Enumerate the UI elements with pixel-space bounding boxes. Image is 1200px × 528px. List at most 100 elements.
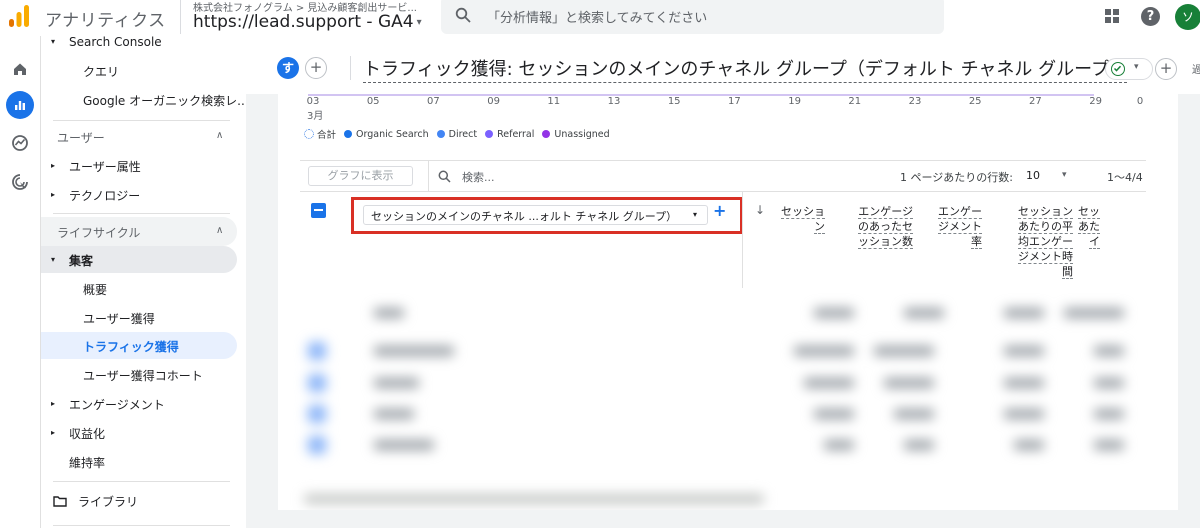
column-header-line: エンゲー (938, 205, 982, 219)
page-title: トラフィック獲得: セッションのメインのチャネル グループ（デフォルト チャネル… (363, 55, 1128, 83)
search-icon (455, 7, 471, 23)
column-header[interactable]: セッション あたりの平 均エンゲー ジメント時間 (1018, 204, 1073, 279)
sidebar-section-lifecycle[interactable]: ライフサイクル (57, 224, 140, 241)
table-row (304, 340, 1144, 362)
column-header-line: ン (814, 220, 825, 234)
legend-item[interactable]: Organic Search (344, 129, 429, 140)
column-header-line: セッション (1018, 205, 1073, 219)
rows-per-page-label: 1 ページあたりの行数: (900, 171, 1013, 184)
help-icon[interactable]: ? (1141, 7, 1160, 26)
sidebar-item-monetization[interactable]: 収益化 (69, 425, 105, 442)
column-header-line: 均エンゲー (1018, 235, 1073, 249)
sidebar-item-user-attributes[interactable]: ユーザー属性 (69, 158, 141, 175)
column-header-line: ッション数 (858, 235, 913, 249)
chart-x-tick: 13 (607, 96, 621, 107)
report-card: 03 05 07 09 11 13 15 17 19 21 23 25 27 29 3月 0 合計 Orga… (278, 94, 1178, 510)
chart-x-tick: 07 (427, 96, 440, 107)
avatar[interactable]: ソ (1175, 4, 1200, 30)
column-header-line: イ (1089, 235, 1100, 249)
column-header-line: セッ (1078, 205, 1100, 219)
apps-grid-icon[interactable] (1104, 8, 1120, 24)
table-row (304, 372, 1144, 394)
search-placeholder: 「分析情報」と検索してみてください (487, 11, 708, 26)
plot-rows-button[interactable]: グラフに表示 (308, 166, 413, 186)
column-header[interactable]: エンゲージ のあったセ ッション数 (858, 204, 913, 249)
sidebar-item-queries[interactable]: クエリ (83, 63, 119, 80)
customize-add-button[interactable]: + (1155, 58, 1177, 80)
collapse-chevron-icon[interactable]: ∧ (216, 130, 223, 141)
analytics-logo-icon[interactable] (8, 4, 30, 28)
rows-per-page-select[interactable]: 10 (1026, 169, 1040, 182)
sidebar-item-overview[interactable]: 概要 (83, 281, 107, 298)
table-row (304, 302, 1144, 324)
expand-down-icon: ▾ (51, 37, 56, 46)
chart-x-tick: 11 (547, 96, 561, 107)
chart-x-tick: 05 (366, 96, 380, 107)
sidebar-item-retention[interactable]: 維持率 (69, 454, 105, 471)
sidebar-item-search-console[interactable]: Search Console (69, 36, 162, 49)
search-bar[interactable]: 「分析情報」と検索してみてください (441, 0, 944, 34)
legend-item[interactable]: 合計 (304, 127, 336, 141)
chart-x-tick: 09 (487, 96, 500, 107)
legend-item[interactable]: Direct (436, 128, 478, 140)
chart-y-tick-right: 0 (1136, 96, 1144, 107)
sidebar-divider (53, 120, 230, 121)
pagination-range: 1〜4/4 (1107, 171, 1143, 184)
rail-advertising[interactable] (6, 168, 34, 196)
column-header-line: ジメント時 (1018, 250, 1073, 264)
header-divider (350, 56, 351, 80)
app-title: アナリティクス (45, 11, 166, 31)
toolbar-divider (428, 161, 429, 191)
bar-chart-icon (15, 101, 25, 110)
rail-explore[interactable] (6, 129, 34, 157)
column-header[interactable]: セッ あたイ (1078, 204, 1100, 249)
sidebar-item-technology[interactable]: テクノロジー (69, 187, 140, 204)
legend-label: Direct (448, 128, 478, 140)
data-quality-status[interactable]: ▾ (1105, 58, 1153, 80)
expand-right-icon: ▸ (51, 428, 56, 437)
collapse-chevron-icon[interactable]: ∧ (216, 225, 223, 236)
sidebar-item-engagement[interactable]: エンゲージメント (69, 396, 165, 413)
chart-x-tick: 19 (788, 96, 801, 107)
column-header-line: エンゲージ (858, 205, 913, 219)
chart-x-tick: 23 (908, 96, 922, 107)
sidebar-item-traffic-acquisition[interactable]: トラフィック獲得 (83, 338, 179, 355)
select-all-checkbox[interactable] (311, 203, 326, 218)
rail-home[interactable] (6, 55, 34, 83)
legend-item[interactable]: Unassigned (542, 129, 610, 140)
top-bar: アナリティクス 株式会社フォノグラム > 見込み顧客創出サービ... https… (0, 0, 1200, 36)
sidebar-divider (53, 213, 230, 214)
sidebar-item-organic-google[interactable]: Google オーガニック検索レ... (83, 92, 246, 109)
header-truncated-text: 過 (1192, 65, 1200, 76)
column-header-line: あたりの平 (1018, 220, 1073, 234)
legend-label: 合計 (317, 130, 337, 141)
sidebar-divider (53, 481, 230, 482)
toolbar-top-border (300, 160, 1146, 161)
sidebar-item-user-acq-cohort[interactable]: ユーザー獲得コホート (83, 367, 203, 384)
main-content: す + トラフィック獲得: セッションのメインのチャネル グループ（デフォルト … (246, 36, 1200, 528)
report-header: す + トラフィック獲得: セッションのメインのチャネル グループ（デフォルト … (246, 36, 1200, 94)
sort-desc-icon[interactable]: ↓ (755, 203, 765, 217)
sidebar-divider (53, 525, 230, 526)
legend-marker (344, 130, 353, 138)
add-comparison-button[interactable]: + (305, 57, 327, 79)
blurred-table-body (278, 290, 1178, 510)
sidebar-item-library[interactable]: ライブラリ (78, 493, 138, 510)
chart-x-tick: 21 (848, 96, 862, 107)
column-header-line: ジメント (938, 220, 982, 234)
sidebar-item-user-acquisition[interactable]: ユーザー獲得 (83, 310, 155, 327)
table-search-input[interactable]: 検索... (462, 169, 495, 185)
rows-caret-icon[interactable]: ▾ (1062, 170, 1067, 180)
legend-item[interactable]: Referral (485, 129, 534, 140)
column-header[interactable]: セッション (781, 204, 825, 234)
sidebar-item-acquisition[interactable]: 集客 (69, 252, 93, 269)
column-header[interactable]: エンゲー ジメント率 (938, 204, 982, 249)
comparison-badge[interactable]: す (277, 57, 299, 79)
chart-x-tick: 27 (1029, 96, 1042, 107)
sidebar-section-users[interactable]: ユーザー (57, 129, 105, 146)
property-caret-icon: ▾ (416, 17, 422, 28)
chart-x-tick: 03 (306, 96, 320, 107)
property-selector[interactable]: https://lead.support - GA4 ▾ (193, 12, 422, 32)
rail-reports[interactable] (6, 91, 34, 119)
chart-x-tick: 15 (667, 96, 681, 107)
